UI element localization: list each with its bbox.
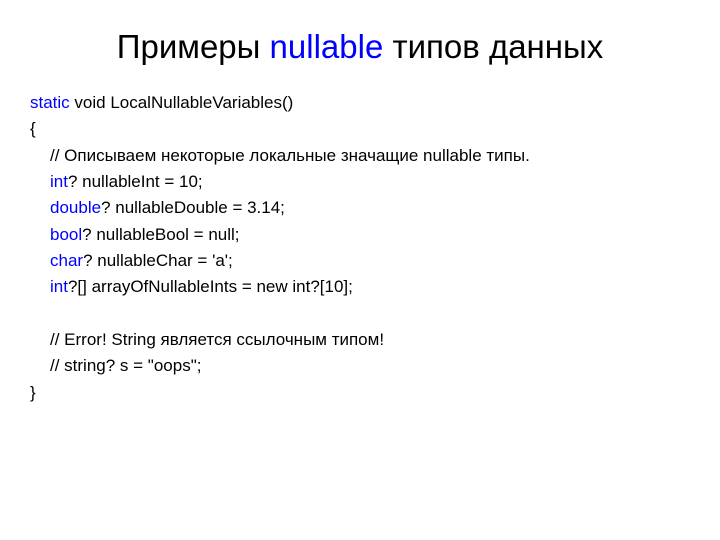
keyword-static: static <box>30 93 70 112</box>
code-text: ? nullableInt = 10; <box>68 172 203 191</box>
keyword-bool: bool <box>50 225 82 244</box>
code-line-5: double? nullableDouble = 3.14; <box>30 195 690 221</box>
code-line-10: // Error! String является ссылочным типо… <box>30 327 690 353</box>
code-line-9 <box>30 301 690 327</box>
keyword-double: double <box>50 198 101 217</box>
code-text: void LocalNullableVariables() <box>70 93 294 112</box>
code-line-12: } <box>30 380 690 406</box>
title-part1: Примеры <box>117 28 270 65</box>
code-comment: // Описываем некоторые локальные значащи… <box>50 146 530 165</box>
code-comment: // Error! String является ссылочным типо… <box>50 330 384 349</box>
code-line-3: // Описываем некоторые локальные значащи… <box>30 143 690 169</box>
title-keyword: nullable <box>270 28 384 65</box>
code-text: ? nullableBool = null; <box>82 225 239 244</box>
code-block: static void LocalNullableVariables() { /… <box>30 90 690 406</box>
code-text: ?[] arrayOfNullableInts = new int?[10]; <box>68 277 353 296</box>
keyword-int-array: int <box>50 277 68 296</box>
title-part2: типов данных <box>383 28 603 65</box>
code-line-1: static void LocalNullableVariables() <box>30 90 690 116</box>
slide-title: Примеры nullable типов данных <box>30 28 690 66</box>
code-line-4: int? nullableInt = 10; <box>30 169 690 195</box>
code-line-6: bool? nullableBool = null; <box>30 222 690 248</box>
slide: Примеры nullable типов данных static voi… <box>0 0 720 426</box>
code-line-8: int?[] arrayOfNullableInts = new int?[10… <box>30 274 690 300</box>
code-line-7: char? nullableChar = 'a'; <box>30 248 690 274</box>
code-line-2: { <box>30 116 690 142</box>
code-text: ? nullableDouble = 3.14; <box>101 198 285 217</box>
code-comment: // string? s = "oops"; <box>50 356 201 375</box>
keyword-int: int <box>50 172 68 191</box>
code-line-11: // string? s = "oops"; <box>30 353 690 379</box>
code-text: ? nullableChar = 'a'; <box>83 251 233 270</box>
keyword-char: char <box>50 251 83 270</box>
